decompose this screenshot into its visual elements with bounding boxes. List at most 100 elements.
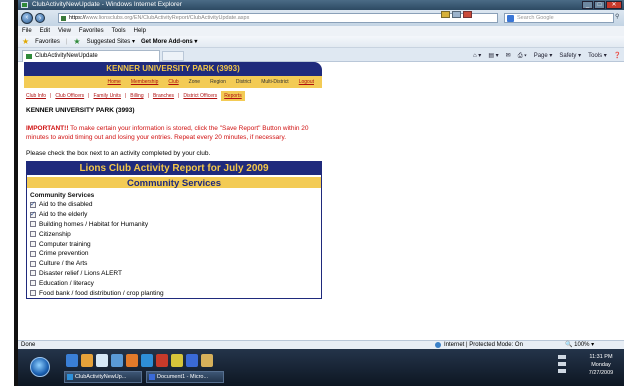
zoom-control[interactable]: 🔍 100% ▾ (565, 341, 594, 349)
forward-button[interactable]: › (35, 13, 45, 23)
add-favorite-icon[interactable]: ★ (73, 36, 80, 48)
subnav-club-officers[interactable]: Club Officers (55, 91, 84, 101)
get-addons-button[interactable]: Get More Add-ons ▾ (141, 36, 197, 48)
subnav-district-officers[interactable]: District Officers (183, 91, 217, 101)
volume-icon[interactable] (558, 362, 566, 366)
activity-checkbox[interactable] (30, 231, 36, 238)
zoom-level: 100% (574, 342, 590, 348)
stop-icon[interactable] (463, 11, 472, 18)
activity-checkbox[interactable] (30, 210, 36, 218)
activity-item[interactable]: Building homes / Habitat for Humanity (30, 220, 321, 230)
tab-site-icon (26, 54, 32, 59)
ie-small-icon (67, 374, 73, 380)
nav-membership[interactable]: Membership (131, 76, 159, 88)
nav-region[interactable]: Region (210, 76, 226, 88)
status-bar: Done Internet | Protected Mode: On 🔍 100… (18, 340, 624, 349)
page-icon (61, 16, 66, 21)
start-button[interactable] (30, 357, 50, 377)
close-button[interactable]: ✕ (606, 1, 622, 9)
main-nav: Home Membership Club Zone Region Distric… (24, 76, 322, 88)
network-icon[interactable] (558, 355, 566, 359)
nav-home[interactable]: Home (108, 76, 121, 88)
home-icon[interactable]: ⌂ ▾ (473, 51, 481, 61)
feeds-icon[interactable]: ▤ ▾ (488, 51, 498, 61)
menu-help[interactable]: Help (134, 26, 146, 36)
activity-checkbox[interactable] (30, 221, 36, 228)
activity-checkbox[interactable] (30, 280, 36, 287)
menu-view[interactable]: View (58, 26, 71, 36)
report-title: Lions Club Activity Report for July 2009 (27, 162, 321, 175)
activity-item[interactable]: Crime prevention (30, 249, 321, 259)
subnav-family-units[interactable]: Family Units (93, 91, 121, 101)
activity-checkbox[interactable] (30, 290, 36, 297)
activity-item[interactable]: Aid to the disabled (30, 200, 321, 210)
tab-row: ClubActivityNewUpdate ⌂ ▾ ▤ ▾ ✉ ⎙ ▾ Page… (18, 48, 624, 62)
maximize-button[interactable]: □ (594, 1, 605, 9)
show-desktop-icon[interactable] (66, 354, 78, 367)
app-icon[interactable] (111, 354, 123, 367)
media-icon[interactable] (96, 354, 108, 367)
activity-checkbox[interactable] (30, 250, 36, 257)
safety-menu[interactable]: Safety ▾ (559, 51, 581, 61)
back-button[interactable]: ‹ (21, 12, 33, 24)
taskbar-button-ie[interactable]: ClubActivityNewUp... (64, 371, 142, 383)
tool-icon[interactable] (201, 354, 213, 367)
activity-checkbox[interactable] (30, 270, 36, 277)
subnav-branches[interactable]: Branches (153, 91, 174, 101)
nav-club[interactable]: Club (168, 76, 178, 88)
battery-icon[interactable] (558, 369, 566, 373)
subnav-reports[interactable]: Reports (221, 91, 245, 101)
lions-site: KENNER UNIVERSITY PARK (3993) Home Membe… (24, 62, 322, 299)
tab-clubactivity[interactable]: ClubActivityNewUpdate (22, 50, 160, 62)
word-icon[interactable] (186, 354, 198, 367)
search-input[interactable]: Search Google (504, 13, 614, 23)
menu-tools[interactable]: Tools (112, 26, 126, 36)
mail-icon[interactable]: ✉ (506, 51, 511, 61)
separator: | (50, 93, 52, 99)
explorer-icon[interactable] (81, 354, 93, 367)
important-text: To make certain your information is stor… (26, 125, 309, 141)
activity-item[interactable]: Aid to the elderly (30, 210, 321, 220)
nav-zone[interactable]: Zone (189, 76, 200, 88)
subnav-billing[interactable]: Billing (130, 91, 143, 101)
menu-favorites[interactable]: Favorites (79, 26, 104, 36)
clock[interactable]: 11:31 PM Monday 7/27/2009 (578, 353, 624, 377)
activity-list: Community Services Aid to the disabled Ai… (27, 188, 321, 298)
activity-item[interactable]: Citizenship (30, 229, 321, 239)
nav-logout[interactable]: Logout (299, 76, 314, 88)
taskbar-button-word[interactable]: Document1 - Micro... (146, 371, 224, 383)
activity-item[interactable]: Computer training (30, 239, 321, 249)
security-zone[interactable]: Internet | Protected Mode: On (435, 341, 523, 349)
folder-icon[interactable] (126, 354, 138, 367)
page-menu[interactable]: Page ▾ (534, 51, 553, 61)
favorites-button[interactable]: Favorites (35, 36, 60, 48)
subnav-club-info[interactable]: Club Info (26, 91, 46, 101)
activity-item[interactable]: Food bank / food distribution / crop pla… (30, 288, 321, 298)
tools-menu[interactable]: Tools ▾ (588, 51, 607, 61)
nav-multi-district[interactable]: Multi-District (261, 76, 289, 88)
menu-edit[interactable]: Edit (40, 26, 50, 36)
suggested-sites-button[interactable]: Suggested Sites ▾ (87, 36, 135, 48)
new-tab-button[interactable] (162, 51, 184, 61)
print-icon[interactable]: ⎙ ▾ (518, 51, 527, 61)
activity-checkbox[interactable] (30, 200, 36, 208)
paint-icon[interactable] (171, 354, 183, 367)
activity-item[interactable]: Culture / the Arts (30, 259, 321, 269)
menu-file[interactable]: File (22, 26, 32, 36)
search-icon[interactable]: ⚲ (615, 13, 623, 23)
activity-item[interactable]: Disaster relief / Lions ALERT (30, 269, 321, 279)
favorites-star-icon[interactable]: ★ (22, 36, 29, 48)
security-lock-icon[interactable] (441, 11, 450, 18)
nav-district[interactable]: District (236, 76, 251, 88)
activity-checkbox[interactable] (30, 241, 36, 248)
refresh-icon[interactable] (452, 11, 461, 18)
minimize-button[interactable]: _ (582, 1, 593, 9)
help-icon[interactable]: ❓ (614, 51, 621, 61)
ie-icon[interactable] (141, 354, 153, 367)
address-bar[interactable]: https://www.lionsclubs.org/EN/ClubActivi… (58, 13, 498, 23)
activity-checkbox[interactable] (30, 260, 36, 267)
section-header: Community Services (27, 175, 321, 189)
app2-icon[interactable] (156, 354, 168, 367)
activity-item[interactable]: Education / literacy (30, 278, 321, 288)
activity-label: Education / literacy (39, 279, 94, 287)
